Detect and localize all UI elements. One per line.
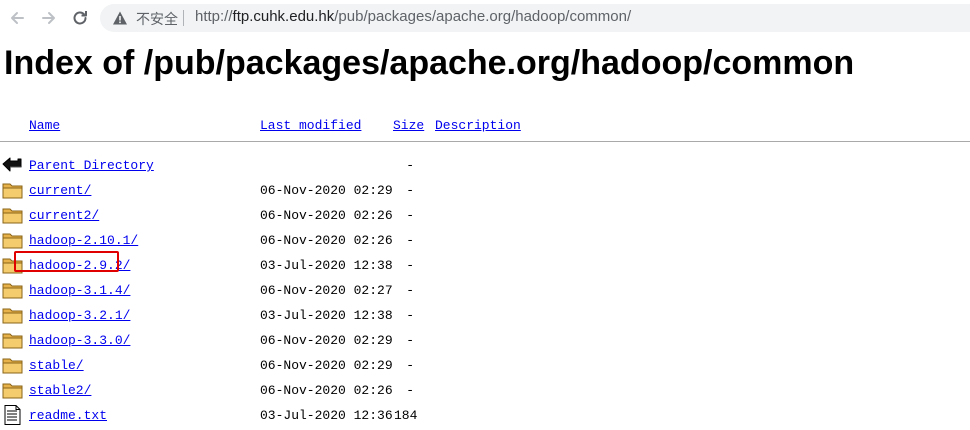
url-scheme: http://: [195, 8, 233, 25]
last-modified-cell: 03-Jul-2020 12:38: [260, 258, 393, 273]
arrow-left-icon: [11, 12, 24, 24]
table-row: hadoop-2.10.1/06-Nov-2020 02:26-: [0, 228, 970, 253]
folder-icon: [2, 230, 23, 250]
reload-icon: [73, 11, 87, 25]
folder-icon: [2, 330, 23, 350]
table-row: hadoop-3.1.4/06-Nov-2020 02:27-: [0, 278, 970, 303]
sort-by-description-link[interactable]: Description: [435, 118, 521, 133]
size-cell: -: [406, 183, 414, 198]
url-text[interactable]: http://ftp.cuhk.edu.hk/pub/packages/apac…: [195, 8, 631, 25]
last-modified-cell: 06-Nov-2020 02:29: [260, 183, 393, 198]
last-modified-cell: 03-Jul-2020 12:38: [260, 308, 393, 323]
folder-icon: [2, 180, 23, 200]
back-button[interactable]: [5, 6, 29, 30]
size-cell: -: [406, 308, 414, 323]
folder-icon: [2, 380, 23, 400]
size-cell: -: [406, 383, 414, 398]
browser-toolbar: 不安全 http://ftp.cuhk.edu.hk/pub/packages/…: [0, 0, 970, 36]
size-cell: -: [406, 283, 414, 298]
security-label[interactable]: 不安全: [136, 9, 178, 29]
table-row: hadoop-2.9.2/03-Jul-2020 12:38-: [0, 253, 970, 278]
entry-link[interactable]: Parent Directory: [29, 158, 154, 173]
size-cell: -: [406, 208, 414, 223]
back-arrow-icon: [2, 155, 23, 175]
last-modified-cell: 06-Nov-2020 02:29: [260, 358, 393, 373]
last-modified-cell: 06-Nov-2020 02:26: [260, 383, 393, 398]
entry-link[interactable]: current/: [29, 183, 91, 198]
table-row: current/06-Nov-2020 02:29-: [0, 178, 970, 203]
arrow-right-icon: [42, 12, 55, 24]
entry-link[interactable]: readme.txt: [29, 408, 107, 423]
table-row: current2/06-Nov-2020 02:26-: [0, 203, 970, 228]
table-row: hadoop-3.3.0/06-Nov-2020 02:29-: [0, 328, 970, 353]
entry-link[interactable]: hadoop-3.1.4/: [29, 283, 130, 298]
size-cell: -: [406, 333, 414, 348]
folder-icon: [2, 255, 23, 275]
entry-link[interactable]: stable/: [29, 358, 84, 373]
folder-icon: [2, 355, 23, 375]
folder-icon: [2, 205, 23, 225]
page-title: Index of /pub/packages/apache.org/hadoop…: [4, 44, 855, 82]
table-row: readme.txt 03-Jul-2020 12:36 184: [0, 403, 970, 428]
url-path: /pub/packages/apache.org/hadoop/common/: [334, 8, 632, 25]
size-cell: 184: [394, 408, 418, 423]
sort-by-size-link[interactable]: Size: [393, 118, 424, 133]
last-modified-cell: 06-Nov-2020 02:29: [260, 333, 393, 348]
size-cell: -: [406, 258, 414, 273]
reload-button[interactable]: [68, 6, 92, 30]
table-row: stable/06-Nov-2020 02:29-: [0, 353, 970, 378]
warning-icon[interactable]: [112, 10, 128, 26]
size-cell: -: [406, 158, 414, 173]
entry-link[interactable]: hadoop-3.2.1/: [29, 308, 130, 323]
text-file-icon: [2, 405, 23, 425]
last-modified-cell: 06-Nov-2020 02:26: [260, 233, 393, 248]
entry-link[interactable]: stable2/: [29, 383, 91, 398]
entry-link[interactable]: hadoop-2.10.1/: [29, 233, 138, 248]
url-host: ftp.cuhk.edu.hk: [232, 8, 335, 25]
last-modified-cell: 06-Nov-2020 02:27: [260, 283, 393, 298]
sort-by-name-link[interactable]: Name: [29, 118, 60, 133]
size-cell: -: [406, 358, 414, 373]
folder-icon: [2, 305, 23, 325]
size-cell: -: [406, 233, 414, 248]
sort-by-last-modified-link[interactable]: Last modified: [260, 118, 361, 133]
entry-link[interactable]: current2/: [29, 208, 99, 223]
table-row: hadoop-3.2.1/03-Jul-2020 12:38-: [0, 303, 970, 328]
forward-button[interactable]: [37, 6, 61, 30]
last-modified-cell: 06-Nov-2020 02:26: [260, 208, 393, 223]
table-row: stable2/06-Nov-2020 02:26-: [0, 378, 970, 403]
entry-link[interactable]: hadoop-2.9.2/: [29, 258, 130, 273]
header-divider: [0, 141, 970, 142]
last-modified-cell: 03-Jul-2020 12:36: [260, 408, 393, 423]
entry-link[interactable]: hadoop-3.3.0/: [29, 333, 130, 348]
table-row: Parent Directory -: [0, 153, 970, 178]
divider: [183, 10, 184, 26]
address-bar[interactable]: 不安全 http://ftp.cuhk.edu.hk/pub/packages/…: [100, 4, 970, 32]
folder-icon: [2, 280, 23, 300]
